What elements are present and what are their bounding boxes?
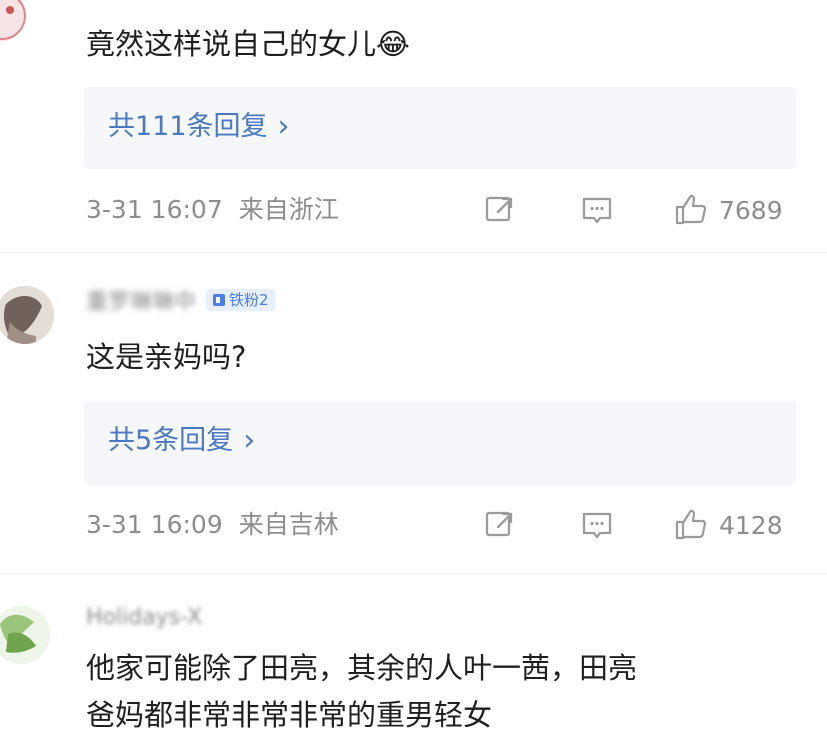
comment-icon bbox=[582, 197, 612, 224]
comment-time: 3-31 16:09 bbox=[86, 510, 223, 539]
like-count: 7689 bbox=[719, 195, 783, 225]
comment-button[interactable] bbox=[579, 507, 615, 543]
author-name[interactable]: Holidays-X bbox=[86, 605, 202, 630]
comment-time: 3-31 16:07 bbox=[86, 195, 223, 224]
reply-box[interactable]: 共111条回复 › bbox=[84, 87, 796, 169]
avatar[interactable] bbox=[0, 286, 54, 344]
chevron-right-icon: › bbox=[277, 109, 290, 144]
comment-author-row: 重罗琳琳中 铁粉2 bbox=[86, 285, 275, 315]
comment-text-line: 他家可能除了田亮，其余的人叶一茜，田亮 bbox=[86, 651, 638, 685]
fan-badge-icon bbox=[213, 294, 226, 306]
comment-time-location: 3-31 16:09 来自吉林 bbox=[86, 507, 339, 543]
reply-box[interactable]: 共5条回复 › bbox=[84, 401, 796, 485]
share-button[interactable] bbox=[483, 507, 517, 543]
comment-item: 竟然这样说自己的女儿😂 共111条回复 › 3-31 16:07 来自浙江 76… bbox=[0, 0, 827, 252]
like-button[interactable]: 4128 bbox=[671, 507, 783, 543]
comment-button[interactable] bbox=[579, 192, 615, 228]
avatar-icon bbox=[0, 606, 50, 664]
author-name[interactable]: 重罗琳琳中 bbox=[86, 284, 196, 316]
comment-meta: 3-31 16:09 来自吉林 4128 bbox=[86, 505, 794, 545]
fan-badge: 铁粉2 bbox=[206, 289, 275, 311]
comment-meta: 3-31 16:07 来自浙江 7689 bbox=[86, 190, 794, 230]
comment-time-location: 3-31 16:07 来自浙江 bbox=[86, 192, 339, 228]
comment-text: 竟然这样说自己的女儿😂 bbox=[86, 27, 410, 61]
thumb-up-icon bbox=[675, 194, 707, 225]
thumb-up-icon bbox=[675, 509, 707, 540]
share-icon bbox=[485, 511, 513, 537]
like-button[interactable]: 7689 bbox=[671, 192, 783, 228]
reply-count-label: 共5条回复 bbox=[108, 425, 234, 456]
comment-icon bbox=[582, 512, 612, 539]
comment-location: 来自吉林 bbox=[238, 510, 339, 539]
chevron-right-icon: › bbox=[243, 423, 256, 458]
comment-item: Holidays-X 他家可能除了田亮，其余的人叶一茜，田亮 爸妈都非常非常非常… bbox=[0, 574, 827, 747]
replies-link[interactable]: 共5条回复 › bbox=[108, 421, 255, 461]
like-count: 4128 bbox=[719, 510, 783, 540]
share-button[interactable] bbox=[483, 192, 517, 228]
comment-text: 这是亲妈吗? bbox=[86, 340, 247, 374]
comment-location: 来自浙江 bbox=[238, 195, 339, 224]
avatar[interactable] bbox=[0, 0, 26, 42]
fan-badge-label: 铁粉2 bbox=[229, 291, 269, 309]
avatar[interactable] bbox=[0, 606, 50, 664]
share-icon bbox=[485, 196, 513, 222]
comment-text-line: 爸妈都非常非常非常的重男轻女 bbox=[86, 698, 493, 732]
avatar-icon bbox=[0, 0, 26, 40]
comment-author-row: Holidays-X bbox=[86, 602, 202, 632]
comment-item: 重罗琳琳中 铁粉2 这是亲妈吗? 共5条回复 › 3-31 16:09 来自吉林 bbox=[0, 253, 827, 573]
replies-link[interactable]: 共111条回复 › bbox=[108, 107, 290, 147]
reply-count-label: 共111条回复 bbox=[108, 111, 268, 142]
avatar-icon bbox=[0, 286, 54, 344]
